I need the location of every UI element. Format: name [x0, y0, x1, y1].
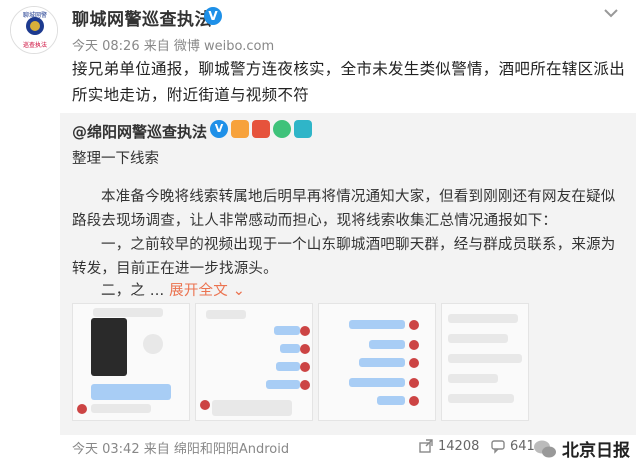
chevron-down-icon[interactable] — [602, 6, 620, 20]
comment-icon — [491, 440, 505, 454]
share-count: 14208 — [438, 438, 480, 454]
post-footer: 今天 03:42 来自 绵阳和阳阳Android 14208 641 北京日报 — [0, 435, 636, 466]
repost-paragraph-2: 一，之前较早的视频出现于一个山东聊城酒吧聊天群，经与群成员联系，来源为转发，目前… — [72, 237, 616, 277]
level-icon — [252, 120, 270, 138]
paragraph-3-prefix: 二，之 ... — [101, 283, 165, 299]
thumbnail-3[interactable] — [318, 303, 436, 421]
repost-subtitle: 整理一下线索 — [72, 151, 159, 167]
share-button[interactable]: 14208 — [418, 438, 479, 454]
image-thumbnails — [72, 303, 529, 421]
svg-text:巡查执法: 巡查执法 — [23, 41, 47, 49]
heart-icon — [273, 120, 291, 138]
share-icon — [419, 439, 433, 453]
camera-icon — [294, 120, 312, 138]
watermark: 北京日报 — [532, 436, 630, 461]
svg-text:聊城网警: 聊城网警 — [23, 11, 47, 19]
thumbnail-4[interactable] — [441, 303, 529, 421]
post-header: 聊城网警 巡查执法 聊城网警巡查执法 V 今天 08:26 来自 微博 weib… — [0, 0, 636, 58]
repost-meta: 今天 03:42 来自 绵阳和阳阳Android — [72, 442, 290, 457]
video-icon — [91, 318, 127, 376]
author-name[interactable]: 聊城网警巡查执法 — [72, 5, 212, 30]
repost-paragraph-3: 二，之 ... 展开全文 ⌄ — [72, 279, 628, 303]
thumbnail-1[interactable] — [72, 303, 190, 421]
watermark-text: 北京日报 — [562, 441, 630, 461]
member-icon — [231, 120, 249, 138]
expand-link[interactable]: 展开全文 — [169, 283, 228, 299]
police-badge-icon: 聊城网警 巡查执法 — [11, 7, 57, 53]
chevron-down-icon[interactable]: ⌄ — [233, 283, 245, 299]
post-text: 接兄弟单位通报，聊城警方连夜核实，全市未发生类似警情，酒吧所在辖区派出所实地走访… — [72, 60, 626, 104]
thumbnail-2[interactable] — [195, 303, 313, 421]
repost-paragraph-1: 本准备今晚将线索转属地后明早再将情况通知大家，但看到刚刚还有网友在疑似路段去现场… — [72, 189, 616, 229]
comment-button[interactable]: 641 — [490, 438, 535, 454]
badge-row: V — [210, 120, 312, 138]
wechat-icon — [534, 440, 556, 457]
post-meta: 今天 08:26 来自 微博 weibo.com — [72, 39, 275, 54]
avatar[interactable]: 聊城网警 巡查执法 — [10, 6, 58, 54]
repost-card[interactable]: @绵阳网警巡查执法 V 整理一下线索 本准备今晚将线索转属地后明早再将情况通知大… — [60, 113, 636, 435]
verified-icon: V — [210, 120, 228, 138]
repost-author[interactable]: @绵阳网警巡查执法 — [72, 121, 207, 142]
verified-icon: V — [204, 7, 222, 25]
